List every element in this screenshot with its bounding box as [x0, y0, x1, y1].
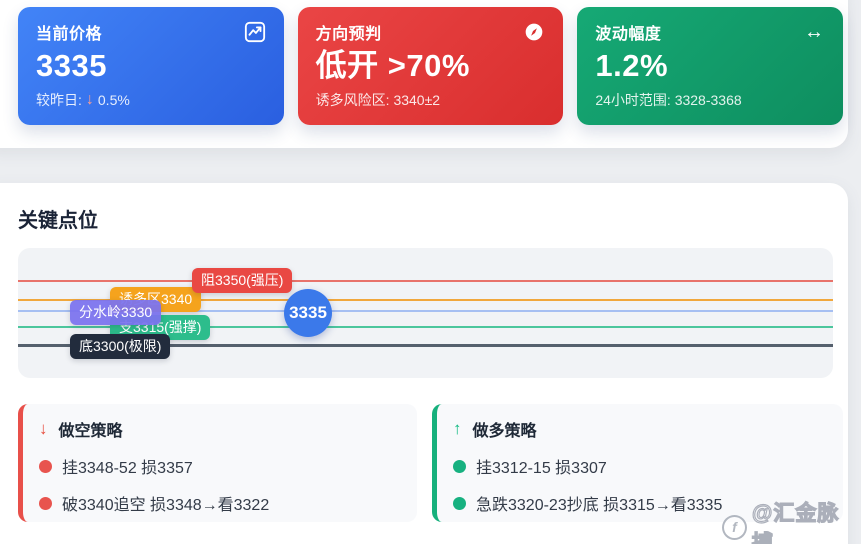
card-title: 波动幅度	[595, 26, 662, 43]
watermark-handle: @汇金脉搏	[751, 501, 840, 544]
bullet-dot-icon	[39, 496, 52, 510]
card-title: 方向预判	[315, 26, 382, 43]
direction-value: 低开 >70%	[315, 48, 470, 83]
change-label: 较昨日:	[36, 92, 82, 109]
list-item: 挂3312-15 损3307	[453, 454, 827, 478]
list-item: 挂3348-52 损3357	[39, 454, 401, 478]
pivot-badge: 分水岭3330	[70, 300, 162, 325]
trend-line-chart-icon	[244, 21, 266, 43]
dashboard: 当前价格 3335 较昨日: ↓ 0.5% 方向预判 低开 >70% 诱多风险区…	[0, 0, 861, 544]
short-entry-2: 破3340追空 损3348→看3322	[62, 497, 270, 514]
short-strategy-card: ↓ 做空策略 挂3348-52 损3357 破3340追空 损3348→看332…	[18, 404, 417, 522]
long-entry-1: 挂3312-15 损3307	[476, 460, 607, 477]
bullet-dot-icon	[39, 459, 52, 473]
compass-icon	[523, 21, 545, 43]
card-title: 当前价格	[36, 26, 103, 43]
range-24h: 24小时范围: 3328-3368	[595, 92, 742, 109]
current-price-value: 3335	[36, 48, 107, 83]
long-entry-2: 急跌3320-23抄底 损3315→看3335	[476, 497, 723, 514]
up-arrow-icon: ↑	[453, 419, 462, 438]
floor-badge: 底3300(极限)	[70, 334, 171, 359]
down-arrow-icon: ↓	[39, 419, 48, 438]
key-levels-heading: 关键点位	[18, 210, 98, 232]
trap-risk-zone: 诱多风险区: 3340±2	[315, 92, 441, 109]
resistance-line	[18, 280, 833, 282]
current-price-card[interactable]: 当前价格 3335 较昨日: ↓ 0.5%	[18, 7, 284, 125]
change-value: 0.5%	[97, 92, 130, 109]
watermark: f @汇金脉搏	[722, 497, 861, 544]
price-change: 较昨日: ↓ 0.5%	[36, 90, 266, 110]
double-arrow-icon: ↔	[804, 20, 825, 43]
watermark-logo-icon: f	[722, 514, 747, 540]
direction-forecast-card[interactable]: 方向预判 低开 >70% 诱多风险区: 3340±2	[297, 7, 564, 125]
long-strategy-title: 做多策略	[472, 423, 537, 440]
short-entry-1: 挂3348-52 损3357	[62, 460, 193, 477]
resistance-badge: 阻3350(强压)	[192, 268, 293, 293]
list-item: 破3340追空 损3348→看3322	[39, 491, 401, 515]
key-levels-chart: 阻3350(强压) 诱多区3340 分水岭3330 支3315(强撑) 底330…	[18, 248, 833, 378]
bullet-dot-icon	[453, 459, 466, 473]
down-arrow-icon: ↓	[85, 91, 94, 109]
current-price-marker: 3335	[284, 289, 332, 337]
volatility-card[interactable]: 波动幅度 ↔ 1.2% 24小时范围: 3328-3368	[577, 7, 844, 125]
summary-cards-row: 当前价格 3335 较昨日: ↓ 0.5% 方向预判 低开 >70% 诱多风险区…	[18, 7, 844, 125]
bullet-dot-icon	[453, 496, 466, 510]
volatility-value: 1.2%	[595, 48, 669, 83]
short-strategy-title: 做空策略	[58, 423, 123, 440]
